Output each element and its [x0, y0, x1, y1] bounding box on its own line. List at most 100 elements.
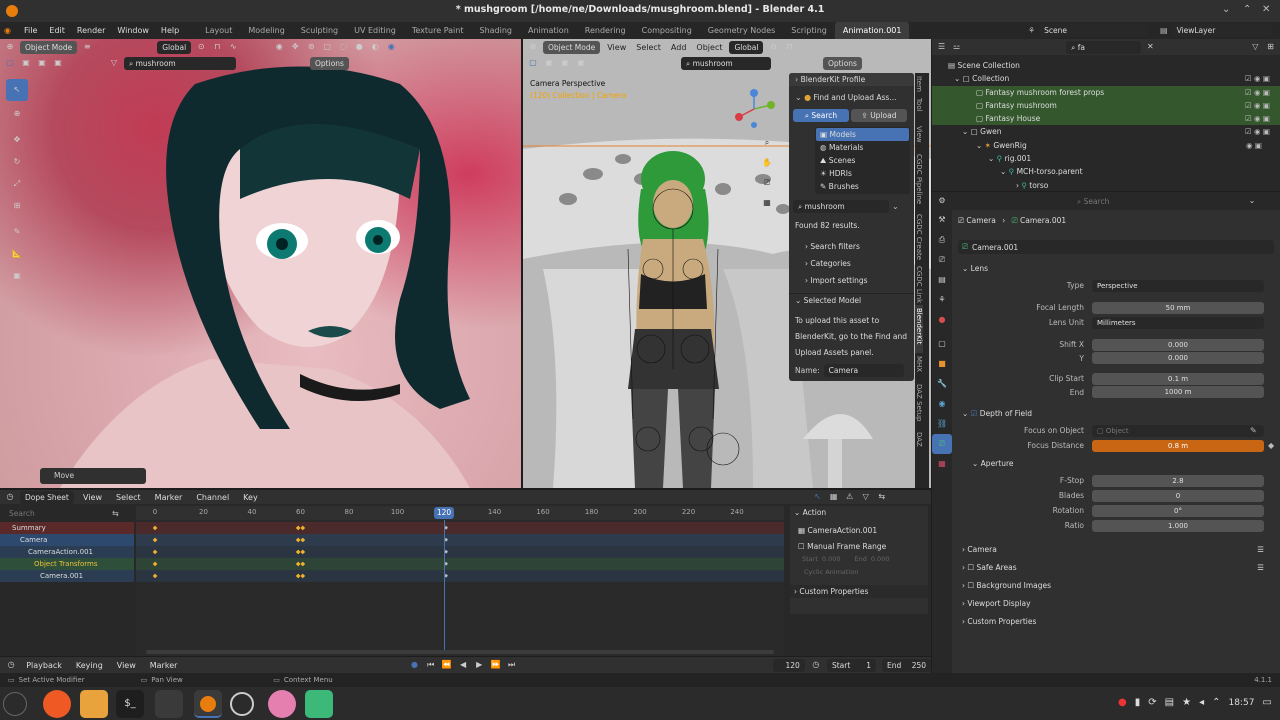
keyframe-marker[interactable]: ◆ — [153, 549, 158, 556]
channel-camera-001[interactable]: Camera.001 — [0, 570, 134, 582]
visibility-toggles[interactable]: ☑ ◉ ▣ — [1245, 125, 1270, 138]
tab-modeling[interactable]: Modeling — [240, 22, 292, 39]
show-desktop-icon[interactable]: ▭ — [1262, 697, 1271, 708]
mode-dropdown-2[interactable]: Object Mode — [543, 40, 601, 54]
keyframe-marker[interactable]: ◆ — [153, 525, 158, 532]
app-menu-icon[interactable] — [3, 692, 27, 716]
range-end-value[interactable]: 0.000 — [871, 555, 890, 563]
keyframe-diamond-icon[interactable]: ◆ — [1268, 441, 1274, 450]
measure-tool-icon[interactable]: 📐 — [6, 243, 28, 265]
menu-render[interactable]: Render — [71, 22, 111, 39]
maximize-icon[interactable]: ⌃ — [1243, 4, 1251, 15]
clip-end-field[interactable]: 1000 m — [1092, 386, 1264, 398]
world-tab-icon[interactable]: ● — [932, 310, 952, 330]
vp2-menu-view[interactable]: View — [604, 39, 629, 56]
tab-sculpting[interactable]: Sculpting — [293, 22, 346, 39]
action-name[interactable]: ▦ CameraAction.001 — [790, 524, 928, 537]
visibility-toggles[interactable]: ☑ ◉ ▣ — [1245, 112, 1270, 125]
viewport1-search[interactable]: ⌕ mushroom — [124, 56, 236, 70]
start-frame-field[interactable]: Start 1 — [826, 658, 876, 672]
viewport2-search[interactable]: ⌕ mushroom — [681, 56, 771, 70]
dope-filter-icon[interactable]: ▽ — [860, 491, 872, 503]
vp2-menu-select[interactable]: Select — [633, 39, 664, 56]
annotate-tool-icon[interactable]: ✎ — [6, 221, 28, 243]
next-key-icon[interactable]: ⏩ — [490, 659, 500, 671]
tab-rendering[interactable]: Rendering — [577, 22, 634, 39]
minimize-icon[interactable]: ⌄ — [1222, 4, 1230, 15]
tray-expand-icon[interactable]: ⌃ — [1212, 697, 1220, 708]
visibility-toggles[interactable]: ☑ ◉ ▣ — [1245, 86, 1270, 99]
blender-taskbar-icon[interactable] — [194, 690, 222, 718]
shift-y-field[interactable]: 0.000 — [1092, 352, 1264, 364]
current-frame-indicator[interactable]: 120 — [434, 507, 454, 519]
clear-filter-icon[interactable]: ✕ — [1145, 41, 1156, 53]
select-subtract-icon[interactable]: ▣ — [52, 57, 64, 69]
dope-mode-dropdown[interactable]: Dope Sheet — [20, 490, 74, 504]
cursor-tool-icon[interactable]: ⊕ — [6, 103, 28, 125]
move-tool-icon[interactable]: ✥ — [6, 129, 28, 151]
blades-field[interactable]: 0 — [1092, 489, 1264, 502]
tab-cgdc-link[interactable]: CGDC Link — [915, 263, 923, 305]
ubuntu-launcher-icon[interactable] — [43, 690, 71, 718]
keyframe-marker[interactable]: ◆◆ — [296, 525, 305, 532]
bk-selected-model[interactable]: ⌄ Selected Model — [789, 293, 914, 306]
timeline-view-menu[interactable]: View — [113, 657, 140, 674]
outliner-fantasy-props[interactable]: ▢ Fantasy mushroom forest props ☑ ◉ ▣ — [932, 85, 1280, 99]
jump-start-icon[interactable]: ⏮ — [426, 659, 436, 671]
properties-editor-icon[interactable]: ⚙ — [936, 195, 948, 207]
hamburger-icon[interactable]: ≡ — [81, 41, 93, 53]
clip-start-field[interactable]: 0.1 m — [1092, 372, 1264, 385]
scene-selector[interactable]: ⚘ Scene — [1028, 24, 1150, 37]
editor-type2-icon[interactable]: ⊕ — [527, 41, 539, 53]
menu-window[interactable]: Window — [111, 22, 155, 39]
tab-view[interactable]: View — [915, 123, 923, 151]
navigation-gizmo-icon[interactable] — [729, 87, 779, 131]
atom-app-icon[interactable] — [305, 690, 333, 718]
tab-texture-paint[interactable]: Texture Paint — [404, 22, 472, 39]
update-icon[interactable]: ⟳ — [1148, 697, 1156, 708]
timeline-editor-icon[interactable]: ◷ — [6, 659, 16, 671]
outliner-editor-icon[interactable]: ☰ — [936, 41, 947, 53]
rotate-tool-icon[interactable]: ↻ — [6, 151, 28, 173]
channel-camera[interactable]: Camera — [0, 534, 134, 546]
bk-search-input[interactable]: ⌕ mushroom — [793, 200, 889, 213]
custom-properties-panel-header[interactable]: › Custom Properties — [952, 613, 1280, 631]
volume-icon[interactable]: ◂ — [1199, 697, 1204, 708]
scale-tool-icon[interactable]: ⤢ — [6, 173, 28, 195]
outliner-rig001[interactable]: ⌄ ⚲ rig.001 — [932, 152, 1280, 165]
battery-icon[interactable]: ▮ — [1135, 697, 1141, 708]
gizmo-icon[interactable]: ✥ — [289, 41, 301, 53]
scene-tab-icon[interactable]: ⚘ — [932, 290, 952, 310]
inkscape-icon[interactable] — [155, 690, 183, 718]
snap-icon[interactable]: ⊓ — [211, 41, 223, 53]
keyframe-marker[interactable]: ◆◆ — [296, 537, 305, 544]
overlay-icon[interactable]: ⊚ — [305, 41, 317, 53]
pivot-icon[interactable]: ⊙ — [195, 41, 207, 53]
channel-camera-action[interactable]: CameraAction.001 — [0, 546, 134, 558]
keyframe-marker[interactable]: ◆ — [153, 537, 158, 544]
shading-solid-icon[interactable]: ● — [353, 41, 365, 53]
notification-icon[interactable]: ● — [1118, 697, 1127, 708]
scene-name[interactable]: Scene — [1039, 24, 1150, 37]
snap2-icon[interactable]: ⊓ — [783, 41, 795, 53]
dope-menu-marker[interactable]: Marker — [150, 489, 188, 506]
timeline-marker-menu[interactable]: Marker — [146, 657, 182, 674]
show-hidden-icon[interactable]: ▦ — [828, 491, 840, 503]
menu-help[interactable]: Help — [155, 22, 185, 39]
channel-search[interactable]: Search — [4, 506, 108, 520]
select-box-icon[interactable]: ▢ — [4, 57, 16, 69]
range-start-value[interactable]: 0.000 — [822, 555, 841, 563]
shading-rendered-icon[interactable]: ◉ — [385, 41, 397, 53]
display-mode-icon[interactable]: ⚍ — [951, 41, 962, 53]
visibility-toggles[interactable]: ☑ ◉ ▣ — [1245, 99, 1270, 112]
dope-menu-select[interactable]: Select — [111, 489, 146, 506]
zoom-icon[interactable]: ⌕ — [761, 137, 773, 157]
tab-animation-001[interactable]: Animation.001 — [834, 22, 910, 39]
camera-view-icon[interactable]: ⎚ — [761, 177, 773, 197]
vp2-menu-object[interactable]: Object — [693, 39, 725, 56]
swap-icon[interactable]: ⇆ — [112, 509, 119, 518]
tab-blenderkit[interactable]: BlenderKit — [915, 305, 923, 353]
lens-unit-dropdown[interactable]: Millimeters — [1092, 316, 1264, 329]
tab-daz-setup[interactable]: DAZ Setup — [915, 381, 923, 429]
close-icon[interactable]: ✕ — [1262, 4, 1270, 15]
